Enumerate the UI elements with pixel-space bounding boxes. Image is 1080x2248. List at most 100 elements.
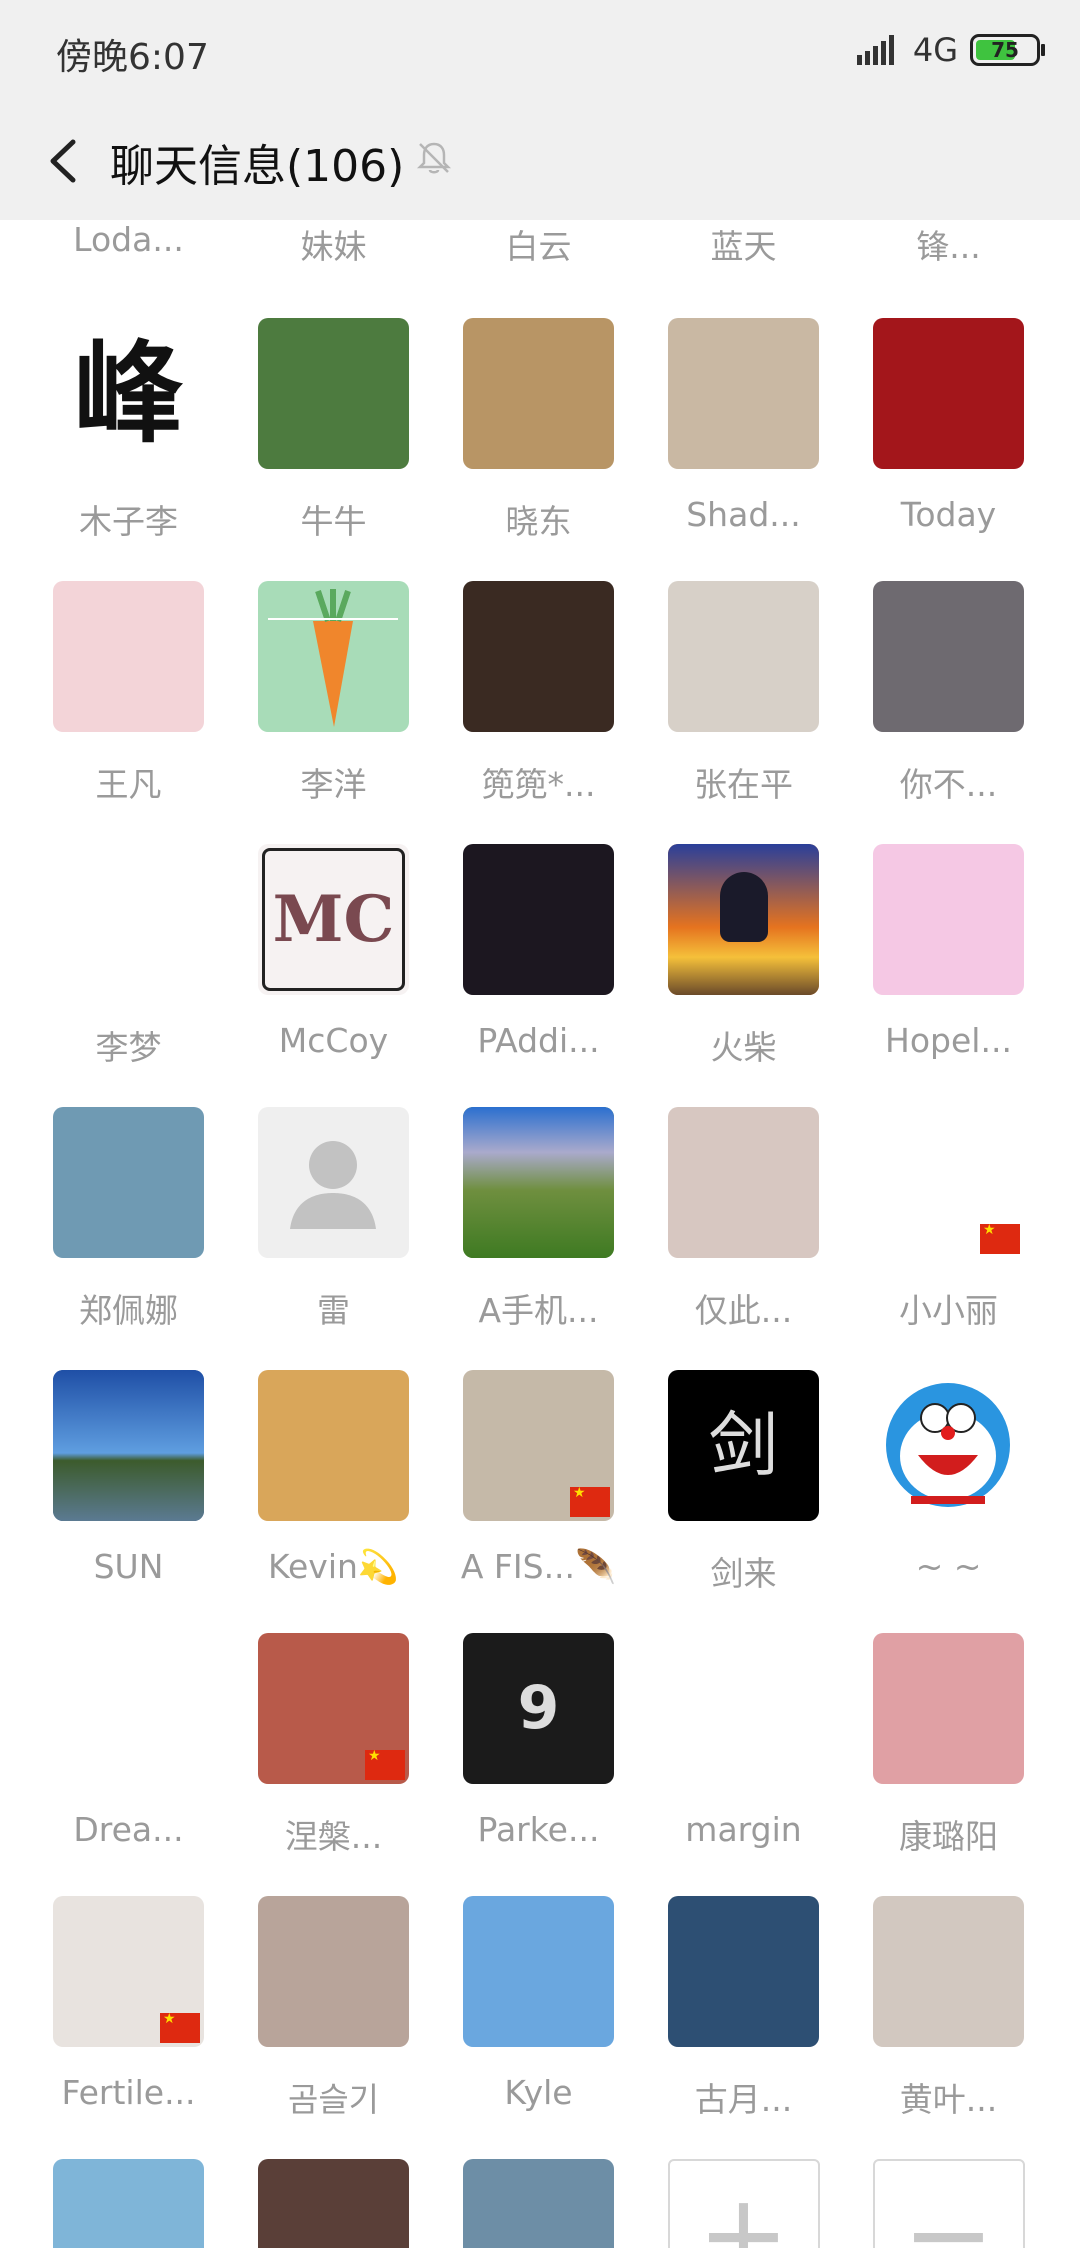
default-user-avatar[interactable] (258, 1107, 409, 1258)
member-cell[interactable]: PAddi... (436, 844, 641, 1060)
flag-icon (160, 2011, 200, 2043)
member-cell[interactable]: 小小丽 (846, 1107, 1051, 1332)
member-name: 你不... (899, 765, 998, 804)
member-cell[interactable]: Hopel... (846, 844, 1051, 1060)
peak-char-avatar[interactable]: 峰 (53, 318, 204, 469)
girl-bunny-avatar[interactable] (53, 581, 204, 732)
cartoon-boy-avatar[interactable] (668, 1633, 819, 1784)
member-name: 王凡 (95, 765, 162, 804)
kids-night-avatar[interactable] (463, 581, 614, 732)
status-bar: 傍晚6:07 4G 75 (0, 0, 1080, 104)
member-cell[interactable]: 晓东 (436, 318, 641, 543)
member-cell[interactable]: ~ ~ (846, 1370, 1051, 1586)
basketball-9-avatar[interactable]: 9 (463, 1633, 614, 1784)
add-member-button[interactable]: + (641, 2159, 846, 2248)
carrot-avatar[interactable] (258, 581, 409, 732)
member-cell[interactable]: A FIS...🪶 (436, 1370, 641, 1587)
member-cell[interactable]: 9 Parke... (436, 1633, 641, 1849)
calligraphy-avatar[interactable]: 剑 (668, 1370, 819, 1521)
member-cell[interactable]: 牛牛 (231, 318, 436, 543)
member-name: 木子李 (79, 502, 178, 541)
shiba-dog-avatar[interactable] (258, 1370, 409, 1521)
hand-closeup-avatar[interactable] (873, 1633, 1024, 1784)
man-face-avatar[interactable] (668, 581, 819, 732)
girl-flower-avatar[interactable] (258, 318, 409, 469)
member-cell[interactable]: Today (846, 318, 1051, 534)
back-button[interactable] (28, 126, 98, 196)
member-cell[interactable]: 雷 (231, 1107, 436, 1332)
member-cell[interactable]: 黄叶... (846, 1896, 1051, 2121)
member-name: 小小丽 (899, 1291, 998, 1330)
member-cell[interactable] (26, 2159, 231, 2248)
mountain-meadow-avatar[interactable] (463, 1107, 614, 1258)
member-name: 剑来 (710, 1554, 777, 1593)
member-name: Loda... (73, 220, 184, 259)
member-cell[interactable]: 剑剑来 (641, 1370, 846, 1595)
city-night-avatar[interactable] (463, 844, 614, 995)
member-cell[interactable]: margin (641, 1633, 846, 1849)
blue-sky-person-avatar[interactable] (463, 1896, 614, 2047)
flag-icon (980, 1222, 1020, 1254)
lake-sky-avatar[interactable] (53, 1370, 204, 1521)
husky-avatar[interactable] (53, 1633, 204, 1784)
member-cell[interactable]: 峰木子李 (26, 318, 231, 543)
member-cell[interactable] (436, 2159, 641, 2248)
member-name: 仅此... (694, 1291, 793, 1330)
sea-landscape-avatar[interactable] (463, 2159, 614, 2248)
member-cell[interactable] (231, 2159, 436, 2248)
cats-avatar[interactable] (873, 1896, 1024, 2047)
member-name: 晓东 (505, 502, 572, 541)
pink-coat-avatar[interactable] (463, 1370, 614, 1521)
doraemon-avatar[interactable] (873, 1370, 1024, 1521)
network-label: 4G (912, 31, 958, 69)
member-cell[interactable]: 篼篼*... (436, 581, 641, 806)
member-cell[interactable]: 张在平 (641, 581, 846, 806)
member-cell[interactable]: Kyle (436, 1896, 641, 2112)
action-label: − (902, 2170, 995, 2248)
cartoon-girl-cat-avatar[interactable] (873, 1107, 1024, 1258)
member-cell[interactable]: 仅此... (641, 1107, 846, 1332)
anime-girl-avatar[interactable] (668, 1107, 819, 1258)
member-cell[interactable]: 李梦 (26, 844, 231, 1069)
title-bar: 聊天信息(106) (0, 104, 1080, 220)
sorry-bear-avatar[interactable] (53, 844, 204, 995)
member-cell[interactable]: Shad... (641, 318, 846, 534)
member-name: 涅槃... (284, 1817, 383, 1856)
member-cell[interactable]: MC McCoy (231, 844, 436, 1060)
cartoon-bears-avatar[interactable] (873, 844, 1024, 995)
member-cell[interactable]: 王凡 (26, 581, 231, 806)
beach-person-avatar[interactable] (463, 318, 614, 469)
member-cell[interactable]: Drea... (26, 1633, 231, 1849)
baby-photo-avatar[interactable] (53, 1107, 204, 1258)
group-photo-avatar[interactable] (258, 2159, 409, 2248)
member-name: 篼篼*... (481, 765, 596, 804)
member-cell[interactable]: 곰슬기 (231, 1896, 436, 2121)
mc-monogram-avatar[interactable]: MC (258, 844, 409, 995)
member-cell[interactable]: 李洋 (231, 581, 436, 806)
member-cell[interactable]: Kevin💫 (231, 1370, 436, 1587)
member-cell[interactable]: 你不... (846, 581, 1051, 806)
member-cell[interactable]: 古月... (641, 1896, 846, 2121)
back-arrow-icon (50, 139, 76, 183)
member-cell[interactable]: 康璐阳 (846, 1633, 1051, 1858)
girl-cat-avatar[interactable] (258, 1896, 409, 2047)
man-selfie-avatar[interactable] (53, 2159, 204, 2248)
mute-bell-icon (416, 142, 452, 174)
couple-red-avatar[interactable] (258, 1633, 409, 1784)
sunset-silhouette-avatar[interactable] (668, 844, 819, 995)
member-cell[interactable]: 火柴 (641, 844, 846, 1069)
member-cell[interactable]: 郑佩娜 (26, 1107, 231, 1332)
man-portrait-avatar[interactable] (873, 581, 1024, 732)
member-cell[interactable]: Fertile... (26, 1896, 231, 2112)
remove-member-button[interactable]: − (846, 2159, 1051, 2248)
camera-man-avatar[interactable] (668, 318, 819, 469)
member-cell[interactable]: 涅槃... (231, 1633, 436, 1858)
member-name: 锋... (916, 227, 981, 266)
member-cell[interactable]: SUN (26, 1370, 231, 1586)
anime-scene-avatar[interactable] (668, 1896, 819, 2047)
member-name: 康璐阳 (899, 1817, 998, 1856)
signal-icon (856, 35, 894, 65)
man-cap-avatar[interactable] (53, 1896, 204, 2047)
cartoon-goat-avatar[interactable] (873, 318, 1024, 469)
member-cell[interactable]: A手机... (436, 1107, 641, 1332)
